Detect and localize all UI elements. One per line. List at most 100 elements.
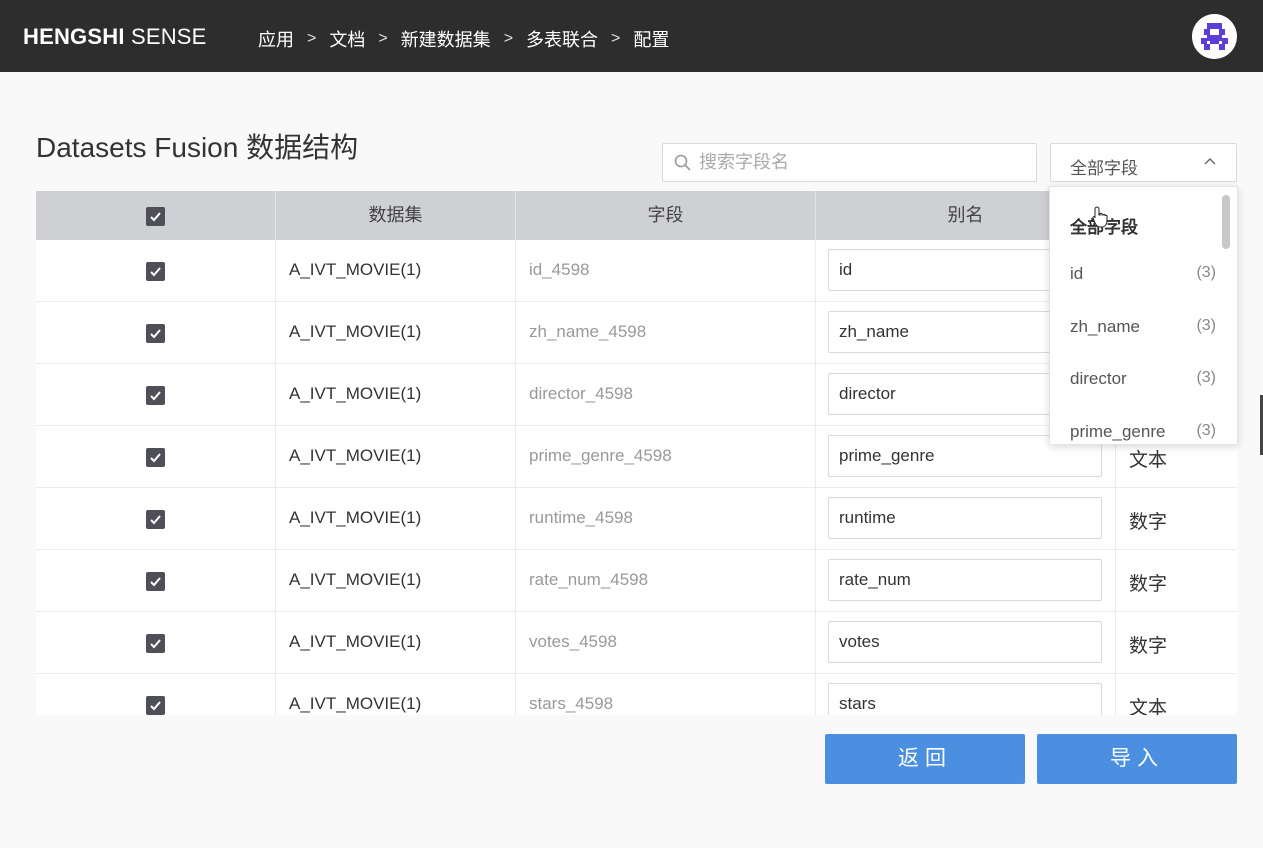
type-cell: 文本 xyxy=(1116,674,1237,715)
checkmark-icon xyxy=(150,701,161,711)
breadcrumb-item-config: 配置 xyxy=(633,30,670,50)
option-label: zh_name xyxy=(1070,317,1140,336)
row-checkbox[interactable] xyxy=(146,262,165,281)
option-count: (3) xyxy=(1196,369,1216,386)
alias-input[interactable] xyxy=(828,621,1102,663)
alias-cell xyxy=(816,674,1116,715)
breadcrumb: 应用 > 文档 > 新建数据集 > 多表联合 > 配置 xyxy=(258,26,669,52)
row-select-cell xyxy=(36,302,276,364)
field-type: 数字 xyxy=(1129,574,1168,595)
breadcrumb-item-docs[interactable]: 文档 xyxy=(329,26,365,52)
column-header-field: 字段 xyxy=(516,191,816,240)
row-checkbox[interactable] xyxy=(146,448,165,467)
type-cell: 数字 xyxy=(1116,550,1237,612)
brand-bold: HENGSHI xyxy=(23,24,125,49)
field-type: 文本 xyxy=(1129,698,1168,715)
field-cell: rate_num_4598 xyxy=(516,550,816,612)
dataset-name: A_IVT_MOVIE(1) xyxy=(289,446,422,465)
dataset-cell: A_IVT_MOVIE(1) xyxy=(276,426,516,488)
dataset-cell: A_IVT_MOVIE(1) xyxy=(276,364,516,426)
alias-input[interactable] xyxy=(828,497,1102,539)
dataset-name: A_IVT_MOVIE(1) xyxy=(289,384,422,403)
checkmark-icon xyxy=(150,577,161,587)
dataset-name: A_IVT_MOVIE(1) xyxy=(289,260,422,279)
filter-selected-value: 全部字段 xyxy=(1070,159,1138,178)
checkmark-icon xyxy=(150,639,161,649)
dropdown-option[interactable]: 全部字段 xyxy=(1050,203,1222,243)
field-cell: zh_name_4598 xyxy=(516,302,816,364)
dataset-cell: A_IVT_MOVIE(1) xyxy=(276,674,516,715)
field-name: director_4598 xyxy=(529,384,633,403)
option-label: id xyxy=(1070,264,1084,283)
field-cell: stars_4598 xyxy=(516,674,816,715)
dropdown-option[interactable]: zh_name (3) xyxy=(1050,307,1222,347)
dataset-cell: A_IVT_MOVIE(1) xyxy=(276,612,516,674)
dataset-cell: A_IVT_MOVIE(1) xyxy=(276,550,516,612)
field-type: 数字 xyxy=(1129,636,1168,657)
search-input[interactable] xyxy=(699,144,1029,181)
breadcrumb-separator: > xyxy=(611,30,621,47)
back-button[interactable]: 返回 xyxy=(825,734,1025,784)
alias-input[interactable] xyxy=(828,683,1102,715)
breadcrumb-item-apps[interactable]: 应用 xyxy=(258,26,294,52)
select-all-checkbox[interactable] xyxy=(146,207,165,226)
field-cell: votes_4598 xyxy=(516,612,816,674)
field-type: 文本 xyxy=(1129,450,1168,471)
field-name: zh_name_4598 xyxy=(529,322,647,341)
dataset-name: A_IVT_MOVIE(1) xyxy=(289,632,422,651)
dataset-name: A_IVT_MOVIE(1) xyxy=(289,508,422,527)
alias-input[interactable] xyxy=(828,559,1102,601)
dataset-name: A_IVT_MOVIE(1) xyxy=(289,322,422,341)
dropdown-option[interactable]: id (3) xyxy=(1050,254,1222,294)
field-name: votes_4598 xyxy=(529,632,617,651)
row-checkbox[interactable] xyxy=(146,386,165,405)
row-checkbox[interactable] xyxy=(146,634,165,653)
row-select-cell xyxy=(36,426,276,488)
brand-logo[interactable]: HENGSHI SENSE xyxy=(23,24,207,50)
row-checkbox[interactable] xyxy=(146,324,165,343)
field-filter-select[interactable]: 全部字段 xyxy=(1050,143,1237,182)
pixel-avatar-icon xyxy=(1201,23,1228,50)
import-button[interactable]: 导入 xyxy=(1037,734,1237,784)
breadcrumb-item-new-dataset[interactable]: 新建数据集 xyxy=(401,26,491,52)
checkmark-icon xyxy=(150,453,161,463)
option-count: (3) xyxy=(1196,317,1216,334)
alias-cell xyxy=(816,488,1116,550)
row-select-cell xyxy=(36,488,276,550)
row-checkbox[interactable] xyxy=(146,572,165,591)
avatar[interactable] xyxy=(1192,14,1237,59)
table-row: A_IVT_MOVIE(1) stars_4598 文本 xyxy=(36,674,1237,715)
row-select-cell xyxy=(36,674,276,715)
checkmark-icon xyxy=(150,212,161,222)
dataset-name: A_IVT_MOVIE(1) xyxy=(289,570,422,589)
breadcrumb-item-multi-table-join[interactable]: 多表联合 xyxy=(526,26,598,52)
dataset-name: A_IVT_MOVIE(1) xyxy=(289,694,422,713)
option-count: (3) xyxy=(1196,422,1216,439)
dropdown-option[interactable]: director (3) xyxy=(1050,359,1222,399)
breadcrumb-separator: > xyxy=(378,30,388,47)
dropdown-option[interactable]: prime_genre (3) xyxy=(1050,412,1222,444)
table-row: A_IVT_MOVIE(1) rate_num_4598 数字 xyxy=(36,550,1237,612)
dataset-cell: A_IVT_MOVIE(1) xyxy=(276,240,516,302)
checkmark-icon xyxy=(150,391,161,401)
field-cell: prime_genre_4598 xyxy=(516,426,816,488)
row-select-cell xyxy=(36,364,276,426)
field-name: id_4598 xyxy=(529,260,590,279)
type-cell: 数字 xyxy=(1116,612,1237,674)
option-label: director xyxy=(1070,369,1127,388)
row-checkbox[interactable] xyxy=(146,696,165,715)
row-checkbox[interactable] xyxy=(146,510,165,529)
filter-dropdown-menu: 全部字段 id (3) zh_name (3) director (3) prime_genr… xyxy=(1049,186,1238,445)
field-name: rate_num_4598 xyxy=(529,570,649,589)
alias-cell xyxy=(816,550,1116,612)
field-name: runtime_4598 xyxy=(529,508,633,527)
field-type: 数字 xyxy=(1129,512,1168,533)
column-header-dataset: 数据集 xyxy=(276,191,516,240)
breadcrumb-separator: > xyxy=(307,30,317,47)
option-label: prime_genre xyxy=(1070,422,1166,441)
dropdown-scrollbar[interactable] xyxy=(1222,195,1230,249)
dataset-cell: A_IVT_MOVIE(1) xyxy=(276,488,516,550)
table-row: A_IVT_MOVIE(1) votes_4598 数字 xyxy=(36,612,1237,674)
table-row: A_IVT_MOVIE(1) runtime_4598 数字 xyxy=(36,488,1237,550)
row-select-cell xyxy=(36,240,276,302)
